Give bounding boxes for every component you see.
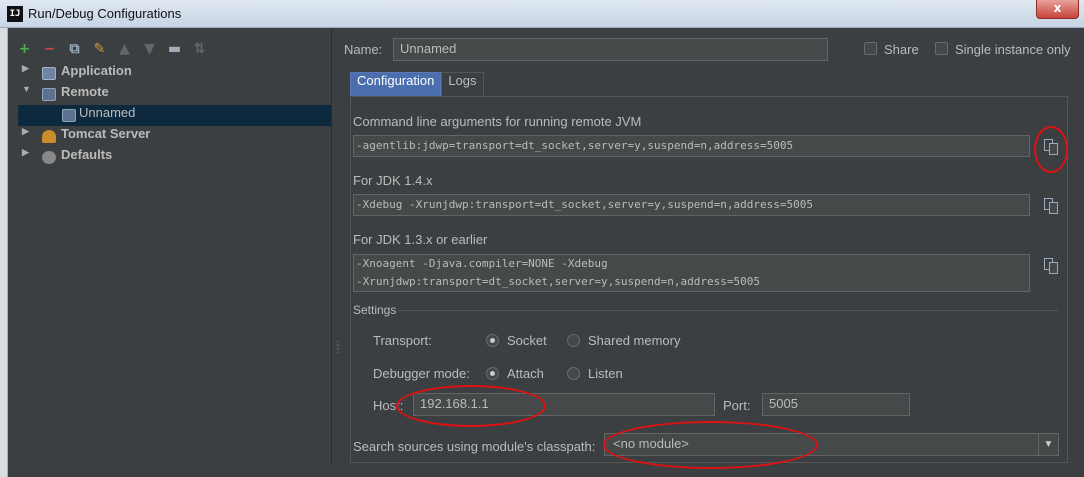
down-icon[interactable]: ▼ bbox=[141, 41, 158, 58]
close-button[interactable]: x bbox=[1036, 0, 1079, 19]
tree-item-tomcat[interactable]: ▶ Tomcat Server bbox=[18, 126, 331, 147]
config-tree-panel: + − ⧉ ✎ ▲ ▼ ▬ ⇅ ▶ Application ▼ Remote U… bbox=[8, 28, 332, 465]
cmd-args-label: Command line arguments for running remot… bbox=[353, 114, 642, 129]
annotation-circle bbox=[396, 385, 546, 427]
tomcat-icon bbox=[42, 130, 56, 143]
debugger-mode-label: Debugger mode: bbox=[373, 366, 470, 381]
annotation-circle bbox=[1034, 126, 1068, 173]
cmd-args-field[interactable]: -agentlib:jdwp=transport=dt_socket,serve… bbox=[353, 135, 1030, 157]
application-icon bbox=[42, 67, 56, 80]
tree-item-application[interactable]: ▶ Application bbox=[18, 63, 331, 84]
up-icon[interactable]: ▲ bbox=[116, 41, 133, 58]
transport-socket-label: Socket bbox=[507, 333, 547, 348]
tab-configuration[interactable]: Configuration bbox=[350, 72, 442, 96]
expand-arrow-icon[interactable]: ▶ bbox=[22, 63, 29, 74]
copy-icon[interactable] bbox=[1041, 196, 1061, 216]
single-instance-label: Single instance only bbox=[955, 42, 1071, 57]
tree-item-label: Unnamed bbox=[79, 105, 136, 120]
debugger-listen-label: Listen bbox=[588, 366, 623, 381]
tree-item-label: Defaults bbox=[61, 147, 113, 162]
wrench-icon[interactable]: ✎ bbox=[91, 41, 108, 58]
port-label: Port: bbox=[723, 398, 751, 413]
jdk13-field[interactable]: -Xnoagent -Djava.compiler=NONE -Xdebug -… bbox=[353, 254, 1030, 292]
collapse-arrow-icon[interactable]: ▼ bbox=[22, 84, 31, 94]
tab-bar: Configuration Logs bbox=[350, 72, 484, 96]
remove-icon[interactable]: − bbox=[41, 41, 58, 58]
module-classpath-label: Search sources using module's classpath: bbox=[353, 439, 596, 454]
chevron-down-icon[interactable]: ▼ bbox=[1038, 434, 1058, 455]
debugger-listen-radio[interactable] bbox=[567, 367, 580, 380]
jdk13-label: For JDK 1.3.x or earlier bbox=[353, 232, 488, 247]
share-checkbox[interactable] bbox=[864, 42, 877, 55]
tree-item-label: Application bbox=[61, 63, 132, 78]
tree-item-remote[interactable]: ▼ Remote bbox=[18, 84, 331, 105]
config-editor: Name: Unnamed Share Single instance only… bbox=[338, 28, 1084, 477]
single-instance-checkbox[interactable] bbox=[935, 42, 948, 55]
settings-divider bbox=[398, 310, 1058, 311]
tree-item-label: Tomcat Server bbox=[61, 126, 151, 141]
run-debug-window: IJ Run/Debug Configurations x + − ⧉ ✎ ▲ … bbox=[0, 0, 1084, 477]
intellij-icon: IJ bbox=[7, 6, 23, 22]
splitter-handle[interactable]: ⋮ ⋮ bbox=[333, 341, 343, 360]
defaults-icon bbox=[42, 151, 56, 164]
config-tree: ▶ Application ▼ Remote Unnamed ▶ Tomcat … bbox=[18, 63, 331, 168]
add-icon[interactable]: + bbox=[16, 41, 33, 58]
settings-label: Settings bbox=[353, 303, 397, 317]
tree-item-label: Remote bbox=[61, 84, 109, 99]
copy-icon[interactable] bbox=[1041, 256, 1061, 276]
jdk14-label: For JDK 1.4.x bbox=[353, 173, 433, 188]
window-title: Run/Debug Configurations bbox=[28, 6, 182, 21]
name-label: Name: bbox=[344, 42, 383, 57]
tab-logs[interactable]: Logs bbox=[441, 72, 484, 96]
port-field[interactable]: 5005 bbox=[762, 393, 910, 416]
copy-icon[interactable]: ⧉ bbox=[66, 41, 83, 58]
tree-item-unnamed[interactable]: Unnamed bbox=[18, 105, 331, 126]
transport-shared-radio[interactable] bbox=[567, 334, 580, 347]
title-bar: IJ Run/Debug Configurations x bbox=[0, 0, 1084, 28]
transport-shared-label: Shared memory bbox=[588, 333, 681, 348]
expand-arrow-icon[interactable]: ▶ bbox=[22, 126, 29, 137]
debugger-attach-radio[interactable] bbox=[486, 367, 499, 380]
remote-icon bbox=[42, 88, 56, 101]
share-label: Share bbox=[884, 42, 919, 57]
tree-toolbar: + − ⧉ ✎ ▲ ▼ ▬ ⇅ bbox=[16, 39, 208, 59]
folder-icon[interactable]: ▬ bbox=[166, 41, 183, 58]
jdk13-line: -Xnoagent -Djava.compiler=NONE -Xdebug bbox=[356, 257, 608, 270]
tree-item-defaults[interactable]: ▶ Defaults bbox=[18, 147, 331, 168]
transport-socket-radio[interactable] bbox=[486, 334, 499, 347]
annotation-circle bbox=[603, 421, 818, 469]
jdk13-line: -Xrunjdwp:transport=dt_socket,server=y,s… bbox=[356, 275, 760, 288]
jdk14-field[interactable]: -Xdebug -Xrunjdwp:transport=dt_socket,se… bbox=[353, 194, 1030, 216]
expand-arrow-icon[interactable]: ▶ bbox=[22, 147, 29, 158]
sort-icon[interactable]: ⇅ bbox=[191, 41, 208, 58]
name-field[interactable]: Unnamed bbox=[393, 38, 828, 61]
remote-config-icon bbox=[62, 109, 76, 122]
dialog-body: + − ⧉ ✎ ▲ ▼ ▬ ⇅ ▶ Application ▼ Remote U… bbox=[7, 28, 1084, 477]
transport-label: Transport: bbox=[373, 333, 432, 348]
debugger-attach-label: Attach bbox=[507, 366, 544, 381]
